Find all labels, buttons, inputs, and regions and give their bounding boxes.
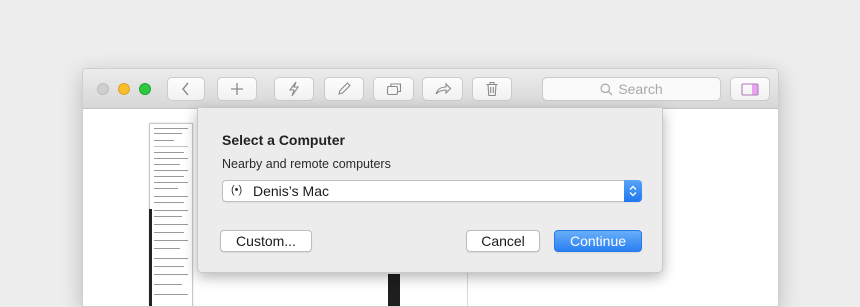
cancel-button[interactable]: Cancel xyxy=(466,230,540,252)
pencil-icon xyxy=(338,82,351,95)
minimize-window-button[interactable] xyxy=(118,83,130,95)
chevron-left-icon xyxy=(182,82,189,96)
share-icon xyxy=(434,82,451,95)
plus-icon xyxy=(231,83,243,95)
sidebar-toggle-icon xyxy=(741,82,759,96)
trash-icon xyxy=(486,81,498,97)
continue-button[interactable]: Continue xyxy=(554,230,642,252)
broadcast-icon: (•) xyxy=(231,184,243,196)
select-computer-dialog: Select a Computer Nearby and remote comp… xyxy=(197,108,663,273)
back-button[interactable] xyxy=(167,77,205,101)
inspector-toggle-button[interactable] xyxy=(730,77,770,101)
copy-icon xyxy=(386,83,401,96)
delete-button[interactable] xyxy=(472,77,512,101)
close-window-button[interactable] xyxy=(97,83,109,95)
add-button[interactable] xyxy=(217,77,257,101)
share-button[interactable] xyxy=(422,77,463,101)
document-thumbnail[interactable] xyxy=(149,123,193,306)
maximize-window-button[interactable] xyxy=(139,83,151,95)
search-icon xyxy=(600,83,613,95)
search-field[interactable]: Search xyxy=(542,77,721,101)
quick-action-button[interactable] xyxy=(274,77,314,101)
desktop-background: Search Select a Computer Nearby and remo… xyxy=(0,0,860,307)
dialog-title: Select a Computer xyxy=(222,132,345,148)
search-placeholder: Search xyxy=(618,81,663,97)
computer-select[interactable]: (•) Denis’s Mac xyxy=(222,180,642,202)
chevron-updown-icon[interactable] xyxy=(624,180,642,202)
toolbar: Search xyxy=(83,69,778,109)
selected-computer: Denis’s Mac xyxy=(253,183,329,199)
duplicate-button[interactable] xyxy=(373,77,414,101)
document-image-fragment xyxy=(388,274,400,306)
document-page-edge xyxy=(149,209,152,306)
dialog-subtitle: Nearby and remote computers xyxy=(222,157,391,171)
markup-button[interactable] xyxy=(324,77,364,101)
custom-button[interactable]: Custom... xyxy=(220,230,312,252)
bolt-icon xyxy=(288,81,300,97)
